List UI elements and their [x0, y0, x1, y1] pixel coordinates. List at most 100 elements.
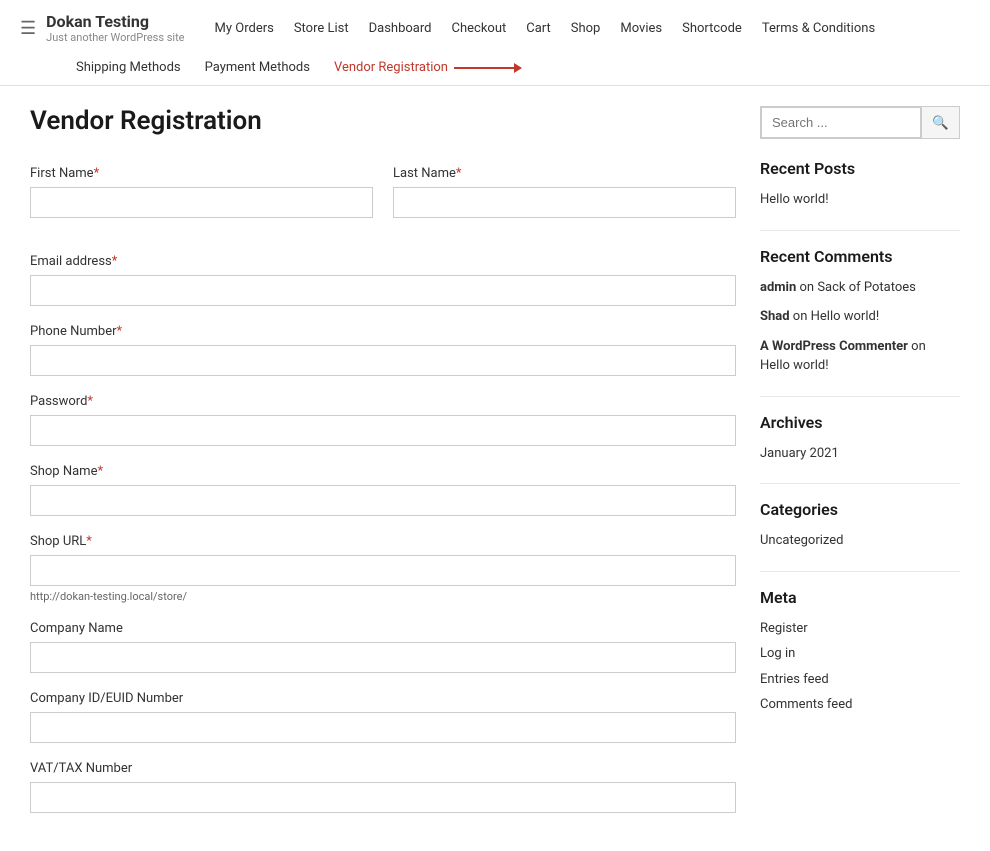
password-label: Password*: [30, 394, 736, 409]
shop-url-group: Shop URL* http://dokan-testing.local/sto…: [30, 534, 736, 603]
comment-on-1: on: [793, 309, 811, 324]
comment-1: Shad on Hello world!: [760, 307, 960, 327]
shop-url-input[interactable]: [30, 555, 736, 586]
archives-widget: Archives January 2021: [760, 413, 960, 464]
email-required: *: [112, 254, 118, 269]
company-name-input[interactable]: [30, 642, 736, 673]
arrow-indicator: [454, 67, 514, 69]
comment-on-2: on: [911, 339, 926, 354]
password-input[interactable]: [30, 415, 736, 446]
category-0[interactable]: Uncategorized: [760, 531, 960, 551]
nav-store-list[interactable]: Store List: [294, 21, 349, 36]
nav-terms-conditions[interactable]: Terms & Conditions: [762, 21, 875, 36]
comment-link-1[interactable]: Hello world!: [811, 309, 880, 324]
company-name-label: Company Name: [30, 621, 736, 636]
meta-comments-feed[interactable]: Comments feed: [760, 695, 960, 715]
nav-payment-methods[interactable]: Payment Methods: [205, 60, 310, 75]
meta-register[interactable]: Register: [760, 619, 960, 639]
first-name-required: *: [94, 166, 100, 181]
content-area: Vendor Registration First Name* Last Nam…: [30, 106, 736, 831]
shop-name-input[interactable]: [30, 485, 736, 516]
recent-posts-widget: Recent Posts Hello world!: [760, 159, 960, 210]
password-required: *: [87, 394, 93, 409]
company-id-group: Company ID/EUID Number: [30, 691, 736, 743]
main-container: Vendor Registration First Name* Last Nam…: [0, 86, 990, 851]
phone-label: Phone Number*: [30, 324, 736, 339]
vat-label: VAT/TAX Number: [30, 761, 736, 776]
nav-vendor-registration[interactable]: Vendor Registration: [334, 60, 448, 75]
email-input[interactable]: [30, 275, 736, 306]
company-id-label: Company ID/EUID Number: [30, 691, 736, 706]
site-branding: Dokan Testing Just another WordPress sit…: [46, 12, 184, 44]
comment-link-0[interactable]: Sack of Potatoes: [817, 280, 916, 295]
nav-my-orders[interactable]: My Orders: [215, 21, 274, 36]
nav-movies[interactable]: Movies: [620, 21, 662, 36]
email-label: Email address*: [30, 254, 736, 269]
nav-cart[interactable]: Cart: [526, 21, 551, 36]
comment-2: A WordPress Commenter on Hello world!: [760, 337, 960, 376]
divider-1: [760, 230, 960, 231]
categories-widget: Categories Uncategorized: [760, 500, 960, 551]
email-group: Email address*: [30, 254, 736, 306]
shop-url-label: Shop URL*: [30, 534, 736, 549]
nav-shortcode[interactable]: Shortcode: [682, 21, 742, 36]
comment-author-1: Shad: [760, 309, 790, 324]
hamburger-icon[interactable]: ☰: [20, 18, 36, 39]
phone-input[interactable]: [30, 345, 736, 376]
categories-title: Categories: [760, 500, 960, 519]
phone-group: Phone Number*: [30, 324, 736, 376]
archive-0[interactable]: January 2021: [760, 444, 960, 464]
nav-dashboard[interactable]: Dashboard: [369, 21, 432, 36]
last-name-group: Last Name*: [393, 166, 736, 218]
recent-comments-widget: Recent Comments admin on Sack of Potatoe…: [760, 247, 960, 376]
comment-on-0: on: [800, 280, 818, 295]
vat-input[interactable]: [30, 782, 736, 813]
site-title: Dokan Testing: [46, 12, 184, 31]
last-name-label: Last Name*: [393, 166, 736, 181]
search-input[interactable]: [761, 107, 921, 138]
divider-3: [760, 483, 960, 484]
nav-shop[interactable]: Shop: [571, 21, 601, 36]
meta-title: Meta: [760, 588, 960, 607]
shop-url-hint: http://dokan-testing.local/store/: [30, 590, 736, 603]
site-logo: ☰ Dokan Testing Just another WordPress s…: [20, 12, 185, 44]
company-name-group: Company Name: [30, 621, 736, 673]
recent-comments-title: Recent Comments: [760, 247, 960, 266]
phone-required: *: [117, 324, 123, 339]
site-tagline: Just another WordPress site: [46, 31, 184, 44]
secondary-nav: Shipping Methods Payment Methods Vendor …: [20, 52, 970, 85]
comment-0: admin on Sack of Potatoes: [760, 278, 960, 298]
first-name-group: First Name*: [30, 166, 373, 218]
recent-posts-title: Recent Posts: [760, 159, 960, 178]
arrow-head: [514, 63, 522, 73]
comment-link-2[interactable]: Hello world!: [760, 358, 829, 373]
last-name-required: *: [456, 166, 462, 181]
vat-group: VAT/TAX Number: [30, 761, 736, 813]
name-row: First Name* Last Name*: [30, 166, 736, 236]
shop-name-group: Shop Name*: [30, 464, 736, 516]
site-header: ☰ Dokan Testing Just another WordPress s…: [0, 0, 990, 86]
recent-post-0[interactable]: Hello world!: [760, 190, 960, 210]
divider-4: [760, 571, 960, 572]
meta-widget: Meta Register Log in Entries feed Commen…: [760, 588, 960, 715]
nav-checkout[interactable]: Checkout: [452, 21, 507, 36]
comment-author-2: A WordPress Commenter: [760, 339, 908, 354]
archives-title: Archives: [760, 413, 960, 432]
primary-nav: My Orders Store List Dashboard Checkout …: [215, 21, 970, 36]
search-widget: 🔍: [760, 106, 960, 139]
sidebar: 🔍 Recent Posts Hello world! Recent Comme…: [760, 106, 960, 831]
first-name-input[interactable]: [30, 187, 373, 218]
shop-url-required: *: [86, 534, 92, 549]
comment-author-0: admin: [760, 280, 796, 295]
last-name-input[interactable]: [393, 187, 736, 218]
meta-entries-feed[interactable]: Entries feed: [760, 670, 960, 690]
vendor-registration-nav-item: Vendor Registration: [334, 60, 514, 75]
first-name-label: First Name*: [30, 166, 373, 181]
vendor-registration-form: First Name* Last Name* Email address*: [30, 166, 736, 813]
page-title: Vendor Registration: [30, 106, 736, 136]
shop-name-label: Shop Name*: [30, 464, 736, 479]
meta-login[interactable]: Log in: [760, 644, 960, 664]
search-button[interactable]: 🔍: [921, 107, 959, 138]
password-group: Password*: [30, 394, 736, 446]
nav-shipping-methods[interactable]: Shipping Methods: [76, 60, 181, 75]
